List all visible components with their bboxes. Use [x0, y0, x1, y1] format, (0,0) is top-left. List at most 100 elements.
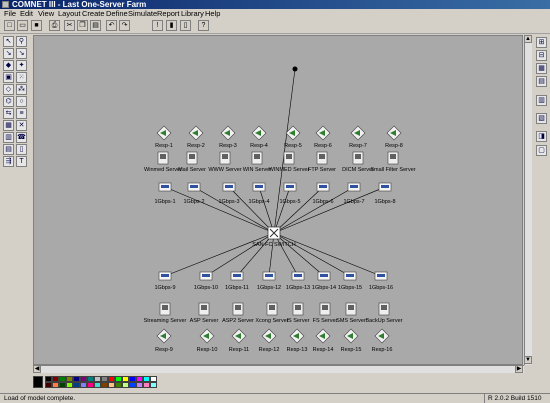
server-icon[interactable]	[316, 151, 328, 165]
menu-report[interactable]: Report	[157, 9, 180, 18]
link-icon[interactable]	[158, 271, 172, 281]
response-source-icon[interactable]	[261, 328, 277, 344]
scroll-left-icon[interactable]: ◀	[33, 365, 41, 373]
link-icon[interactable]	[187, 182, 201, 192]
link-icon[interactable]	[199, 271, 213, 281]
server-icon[interactable]	[345, 302, 357, 316]
zoom-out-icon[interactable]: ⊟	[536, 50, 547, 61]
current-color-swatch[interactable]	[33, 376, 43, 388]
color-swatch[interactable]	[101, 382, 108, 388]
color-swatch[interactable]	[108, 382, 115, 388]
color-swatch[interactable]	[45, 382, 52, 388]
server-icon[interactable]	[352, 151, 364, 165]
cloud-icon[interactable]: ✕	[16, 120, 27, 131]
response-source-icon[interactable]	[156, 328, 172, 344]
call-source-icon[interactable]: ☎	[16, 132, 27, 143]
snap-icon[interactable]: ▥	[536, 95, 547, 106]
menu-edit[interactable]: Edit	[20, 9, 33, 18]
server-icon[interactable]	[198, 302, 210, 316]
menu-define[interactable]: Define	[106, 9, 128, 18]
scroll-right-icon[interactable]: ▶	[515, 365, 523, 373]
color-swatch[interactable]	[52, 382, 59, 388]
copy-icon[interactable]: ❐	[77, 20, 88, 31]
response-source-icon[interactable]	[315, 328, 331, 344]
link-icon[interactable]	[283, 182, 297, 192]
color-swatch[interactable]	[115, 382, 122, 388]
message-source-icon[interactable]: ▥	[3, 132, 14, 143]
zoom-icon[interactable]: ⚲	[16, 36, 27, 47]
response-source-icon[interactable]	[315, 125, 331, 141]
bus-icon[interactable]: ⇆	[3, 108, 14, 119]
save-icon[interactable]: ■	[31, 20, 42, 31]
text-icon[interactable]: ⇶	[3, 156, 14, 167]
computer-icon[interactable]: ▦	[3, 120, 14, 131]
server-icon[interactable]	[283, 151, 295, 165]
menu-simulate[interactable]: Simulate	[128, 9, 157, 18]
cut-icon[interactable]: ✂	[64, 20, 75, 31]
globe-icon[interactable]: T	[16, 156, 27, 167]
horizontal-scrollbar[interactable]: ◀ ▶	[33, 365, 524, 373]
transit-icon[interactable]: ⁂	[16, 84, 27, 95]
response-source-icon[interactable]	[199, 328, 215, 344]
print-icon[interactable]: ⎙	[49, 20, 60, 31]
grid-icon[interactable]: ▦	[536, 63, 547, 74]
router-icon[interactable]: ◆	[3, 60, 14, 71]
link-icon[interactable]	[222, 182, 236, 192]
server-icon[interactable]	[159, 302, 171, 316]
response-source-icon[interactable]	[374, 328, 390, 344]
redo-icon[interactable]: ↷	[119, 20, 130, 31]
server-icon[interactable]	[266, 302, 278, 316]
arc-icon[interactable]: ↘	[16, 48, 27, 59]
select-icon[interactable]: ↖	[3, 36, 14, 47]
link-icon[interactable]	[158, 182, 172, 192]
server-icon[interactable]	[232, 302, 244, 316]
server-icon[interactable]	[157, 151, 169, 165]
link-icon[interactable]	[252, 182, 266, 192]
group-icon[interactable]: ⁙	[16, 72, 27, 83]
color-swatch[interactable]	[80, 382, 87, 388]
zoom-in-icon[interactable]: ⊞	[536, 37, 547, 48]
server-icon[interactable]	[292, 302, 304, 316]
response-source-icon[interactable]	[386, 125, 402, 141]
wan-icon[interactable]: ◇	[3, 84, 14, 95]
scroll-up-icon[interactable]: ▲	[524, 35, 532, 43]
link-icon[interactable]	[343, 271, 357, 281]
undo-icon[interactable]: ↶	[106, 20, 117, 31]
color-swatch[interactable]	[59, 382, 66, 388]
calc-icon[interactable]: ▧	[536, 113, 547, 124]
link-icon[interactable]	[347, 182, 361, 192]
response-source-icon[interactable]: ▤	[3, 144, 14, 155]
network-canvas[interactable]: Resp-1 Resp-2 Resp-3 Resp-4 Resp-5 Resp-6 Resp…	[33, 35, 523, 365]
menu-library[interactable]: Library	[181, 9, 204, 18]
scroll-down-icon[interactable]: ▼	[524, 356, 532, 364]
color-swatch[interactable]	[73, 382, 80, 388]
paste-icon[interactable]: ▤	[90, 20, 101, 31]
response-source-icon[interactable]	[343, 328, 359, 344]
layout-icon[interactable]: ▤	[536, 76, 547, 87]
color-swatch[interactable]	[87, 382, 94, 388]
response-source-icon[interactable]	[289, 328, 305, 344]
verify-icon[interactable]: !	[152, 20, 163, 31]
color-swatch[interactable]	[94, 382, 101, 388]
token-ring-icon[interactable]: ○	[16, 96, 27, 107]
color-swatch[interactable]	[143, 382, 150, 388]
color-swatch[interactable]	[150, 382, 157, 388]
color-swatch[interactable]	[122, 382, 129, 388]
menu-layout[interactable]: Layout	[58, 9, 81, 18]
new-icon[interactable]: □	[4, 20, 15, 31]
color-swatch[interactable]	[136, 382, 143, 388]
link-icon[interactable]	[230, 271, 244, 281]
server-icon[interactable]	[219, 151, 231, 165]
link-icon[interactable]	[316, 182, 330, 192]
switch-icon[interactable]: ✦	[16, 60, 27, 71]
link-icon[interactable]: ↘	[3, 48, 14, 59]
server-icon[interactable]	[378, 302, 390, 316]
go-icon[interactable]: ▮	[166, 20, 177, 31]
response-source-icon[interactable]	[285, 125, 301, 141]
lan-icon[interactable]: ⌬	[3, 96, 14, 107]
server-icon[interactable]	[319, 302, 331, 316]
response-source-icon[interactable]	[350, 125, 366, 141]
session-source-icon[interactable]: ▯	[16, 144, 27, 155]
link-icon[interactable]	[374, 271, 388, 281]
open-icon[interactable]: ▭	[17, 20, 28, 31]
